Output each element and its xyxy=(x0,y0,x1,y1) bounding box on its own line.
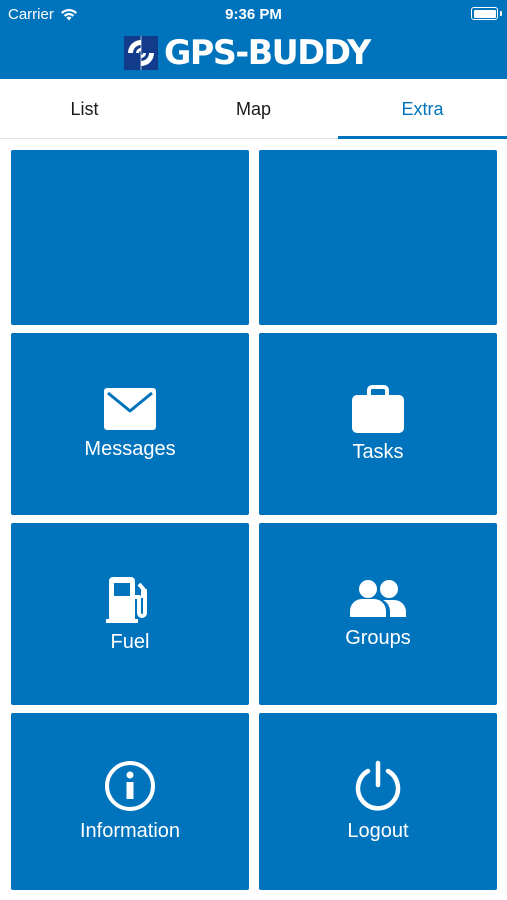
empty-tile-left[interactable] xyxy=(11,150,249,325)
users-icon xyxy=(350,579,406,617)
groups-tile[interactable]: Groups xyxy=(259,523,497,705)
fuel-pump-icon xyxy=(106,576,147,623)
active-tab-indicator xyxy=(338,136,507,139)
logo-text: GPS-BUDDY xyxy=(164,33,371,73)
tab-bar: List Map Extra xyxy=(0,79,507,139)
power-icon xyxy=(355,760,401,811)
tab-map[interactable]: Map xyxy=(169,79,338,138)
logo-mark-icon xyxy=(124,36,158,70)
gps-buddy-logo: GPS-BUDDY xyxy=(124,36,374,70)
briefcase-icon xyxy=(352,384,404,433)
messages-label: Messages xyxy=(84,437,176,460)
fuel-label: Fuel xyxy=(110,630,150,653)
logout-tile[interactable]: Logout xyxy=(259,713,497,890)
logout-label: Logout xyxy=(347,820,409,842)
messages-tile[interactable]: Messages xyxy=(11,333,249,515)
fuel-tile[interactable]: Fuel xyxy=(11,523,249,705)
clock: 9:36 PM xyxy=(225,6,282,23)
empty-tile-right[interactable] xyxy=(259,150,497,325)
tab-extra[interactable]: Extra xyxy=(338,79,507,138)
tab-list[interactable]: List xyxy=(0,79,169,138)
app-header: Carrier 9:36 PM GPS-BUDDY xyxy=(0,0,507,79)
information-tile[interactable]: Information xyxy=(11,713,249,890)
tasks-tile[interactable]: Tasks xyxy=(259,333,497,515)
tasks-label: Tasks xyxy=(352,440,404,463)
groups-label: Groups xyxy=(345,626,411,649)
battery-nub xyxy=(499,11,502,16)
information-label: Information xyxy=(79,820,181,842)
battery-icon xyxy=(471,7,498,20)
envelope-icon xyxy=(104,387,156,430)
status-bar: Carrier 9:36 PM xyxy=(0,0,507,28)
info-icon xyxy=(105,761,155,811)
